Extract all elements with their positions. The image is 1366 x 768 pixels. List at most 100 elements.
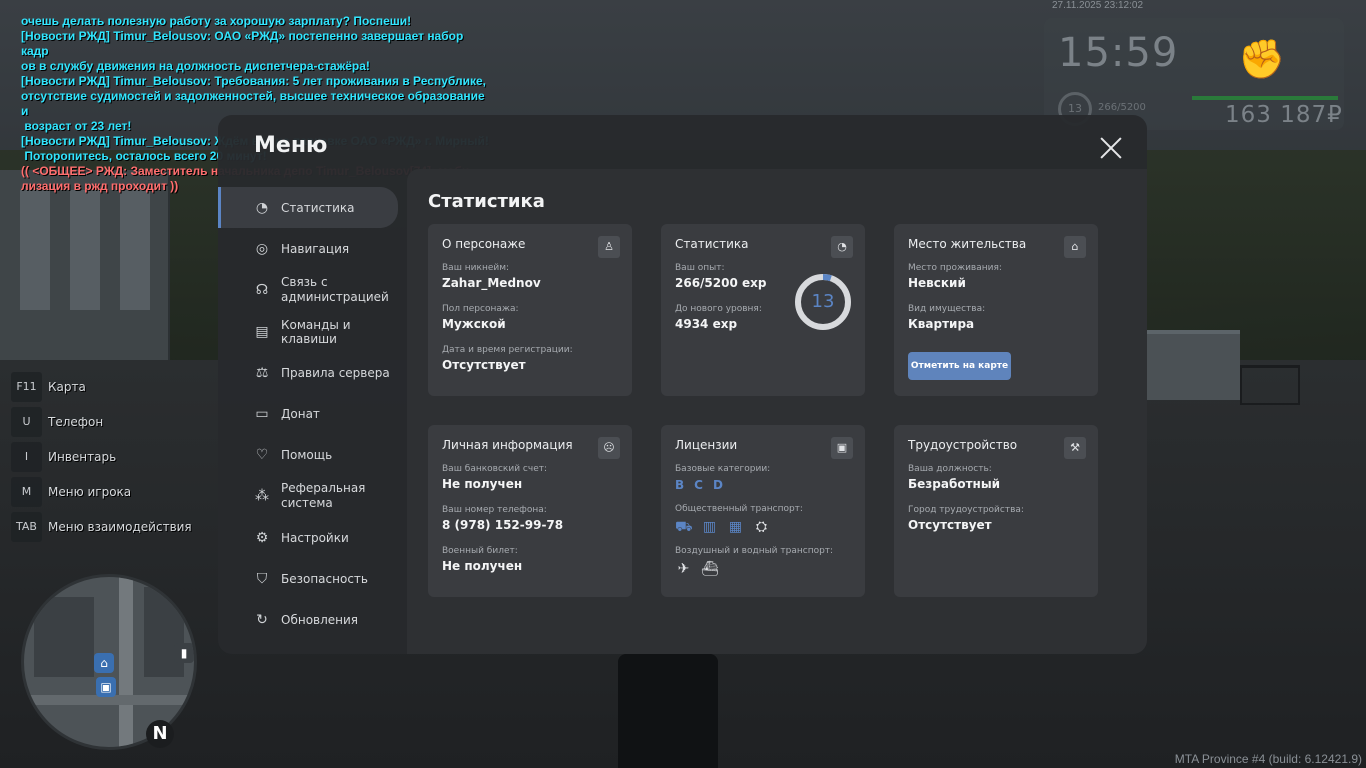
- card-title: О персонаже: [442, 237, 526, 251]
- position-label: Ваша должность:: [908, 464, 992, 474]
- hud-time: 15:59: [1058, 30, 1179, 76]
- key-hint-inventory: I Инвентарь: [11, 439, 192, 474]
- sidebar-item-updates[interactable]: ↻ Обновления: [218, 599, 406, 640]
- key-hint-phone: U Телефон: [11, 404, 192, 439]
- job-city-value: Отсутствует: [908, 518, 992, 532]
- card-title: Статистика: [675, 237, 749, 251]
- residence-value: Невский: [908, 276, 966, 290]
- license-category: C: [694, 478, 703, 492]
- refresh-icon: ↻: [256, 611, 268, 628]
- key-hint-player-menu: M Меню игрока: [11, 474, 192, 509]
- card-residence: Место жительства ⌂ Место проживания: Нев…: [894, 224, 1098, 396]
- residence-label: Место проживания:: [908, 263, 1002, 273]
- sidebar-item-donate[interactable]: ▭ Донат: [218, 393, 406, 434]
- background-fence: [1240, 365, 1300, 405]
- card-statistics: Статистика ◔ Ваш опыт: 266/5200 exp До н…: [661, 224, 865, 396]
- content-title: Статистика: [428, 191, 545, 212]
- key-label: Телефон: [48, 414, 104, 429]
- air-water-transport-icons: ✈ ⛴: [675, 561, 851, 578]
- sidebar-item-statistics[interactable]: ◔ Статистика: [218, 187, 398, 228]
- hud-date: 27.11.2025 23:12:02: [1052, 0, 1144, 11]
- license-category: B: [675, 478, 685, 492]
- card-licenses: Лицензии ▣ Базовые категории: B C D Обще…: [661, 425, 865, 597]
- sidebar-item-navigation[interactable]: ◎ Навигация: [218, 228, 406, 269]
- gender-value: Мужской: [442, 317, 506, 331]
- key-cap: F11: [11, 371, 42, 402]
- key-cap: M: [11, 476, 42, 507]
- menu-sidebar: ◔ Статистика ◎ Навигация ☊ Связь с админ…: [218, 187, 406, 640]
- sidebar-item-settings[interactable]: ⚙ Настройки: [218, 517, 406, 558]
- player-menu: Меню ◔ Статистика ◎ Навигация ☊ Связь с …: [218, 115, 1147, 654]
- sidebar-item-label: Помощь: [281, 447, 333, 462]
- map-house-icon: ⌂: [94, 653, 114, 673]
- sidebar-item-label: Обновления: [281, 612, 359, 627]
- gear-icon: ⚙: [255, 529, 269, 546]
- compass-north: N: [146, 720, 174, 748]
- gender-label: Пол персонажа:: [442, 304, 519, 314]
- wallet-icon: ▭: [255, 405, 269, 422]
- position-value: Безработный: [908, 477, 1001, 491]
- key-hints: F11 Карта U Телефон I Инвентарь M Меню и…: [11, 369, 192, 544]
- key-hint-interaction: TAB Меню взаимодействия: [11, 509, 192, 544]
- nickname-label: Ваш никнейм:: [442, 263, 510, 273]
- chat-line: очешь делать полезную работу за хорошую …: [21, 14, 412, 28]
- key-hint-map: F11 Карта: [11, 369, 192, 404]
- house-icon: ⌂: [1064, 236, 1086, 258]
- chat-line: ов в службу движения на должность диспет…: [21, 59, 370, 73]
- user-icon: ♙: [598, 236, 620, 258]
- license-categories: B C D: [675, 478, 851, 492]
- sidebar-item-rules[interactable]: ⚖ Правила сервера: [218, 352, 406, 393]
- card-employment: Трудоустройство ⚒ Ваша должность: Безраб…: [894, 425, 1098, 597]
- job-city-label: Город трудоустройства:: [908, 505, 1024, 515]
- sidebar-item-label: Реферальная система: [281, 481, 366, 510]
- map-car-icon: ▣: [96, 677, 116, 697]
- property-label: Вид имущества:: [908, 304, 986, 314]
- sidebar-item-help[interactable]: ♡ Помощь: [218, 434, 406, 475]
- phone-label: Ваш номер телефона:: [442, 505, 547, 515]
- license-category: D: [712, 478, 723, 492]
- public-transport-icons: ⛟ ▥ ▦ ⛭: [675, 519, 851, 536]
- key-label: Инвентарь: [48, 449, 117, 464]
- hammer-icon: ⚒: [1064, 437, 1086, 459]
- network-icon: ⁂: [255, 488, 269, 504]
- key-label: Карта: [48, 379, 86, 394]
- shield-icon: ⛉: [256, 570, 268, 587]
- nickname-value: Zahar_Mednov: [442, 276, 541, 290]
- level-value: 13: [811, 291, 835, 312]
- card-title: Трудоустройство: [908, 438, 1018, 452]
- card-title: Место жительства: [908, 237, 1027, 251]
- tram-icon: ▦: [728, 519, 743, 535]
- hud-money: 163 187₽: [1225, 102, 1343, 128]
- property-value: Квартира: [908, 317, 975, 331]
- mark-on-map-button[interactable]: Отметить на карте: [908, 352, 1011, 380]
- registration-value: Отсутствует: [442, 358, 526, 372]
- sidebar-item-admin-contact[interactable]: ☊ Связь с администрацией: [218, 269, 406, 311]
- sidebar-item-label: Связь с администрацией: [281, 275, 389, 304]
- air-water-transport-label: Воздушный и водный транспорт:: [675, 546, 834, 556]
- map-fuel-icon: ▮: [174, 643, 194, 663]
- base-categories-label: Базовые категории:: [675, 464, 771, 474]
- sidebar-item-security[interactable]: ⛉ Безопасность: [218, 558, 406, 599]
- card-title: Личная информация: [442, 438, 573, 452]
- background-building: [0, 170, 170, 360]
- card-personal: Личная информация ☹ Ваш банковский счет:…: [428, 425, 632, 597]
- face-icon: ☹: [598, 437, 620, 459]
- public-transport-label: Общественный транспорт:: [675, 504, 803, 514]
- bus-icon: ▥: [702, 519, 717, 535]
- bank-value: Не получен: [442, 477, 523, 491]
- headset-icon: ☊: [255, 282, 269, 298]
- trolleybus-icon: ⛟: [675, 519, 693, 535]
- sidebar-item-referral[interactable]: ⁂ Реферальная система: [218, 475, 406, 517]
- military-value: Не получен: [442, 559, 523, 573]
- key-cap: TAB: [11, 511, 42, 542]
- boat-icon: ⛴: [701, 561, 719, 577]
- stats-content: Статистика О персонаже ♙ Ваш никнейм: Za…: [407, 169, 1147, 654]
- close-button[interactable]: [1098, 135, 1124, 161]
- hud-health-bar: [1192, 96, 1338, 100]
- sidebar-item-commands[interactable]: ▤ Команды и клавиши: [218, 311, 406, 352]
- plane-icon: ✈: [677, 561, 690, 577]
- player-character: [618, 654, 718, 768]
- key-label: Меню игрока: [48, 484, 132, 499]
- key-label: Меню взаимодействия: [48, 519, 192, 534]
- registration-label: Дата и время регистрации:: [442, 345, 573, 355]
